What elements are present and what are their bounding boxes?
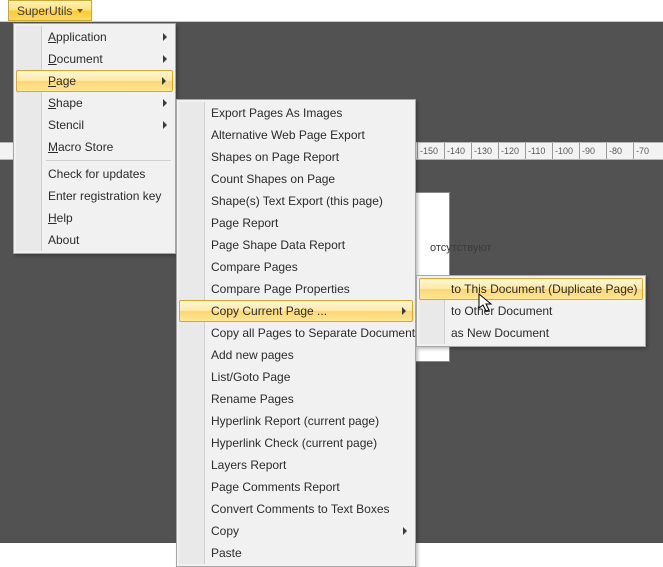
- ruler-tick: -90: [579, 143, 606, 159]
- menu-item-label: About: [48, 233, 79, 247]
- ruler-tick: -140: [444, 143, 471, 159]
- menu-item-shape[interactable]: Shape: [16, 92, 173, 114]
- menu-item-application[interactable]: Application: [16, 26, 173, 48]
- menu-item-label: Page Shape Data Report: [211, 238, 345, 252]
- menu-item-label: Copy Current Page ...: [211, 304, 327, 318]
- superutils-main-menu: Application Document Page Shape Stencil Macro…: [13, 23, 176, 254]
- menu-item-label: Help: [48, 211, 73, 225]
- menu-item-label: as New Document: [451, 326, 549, 340]
- submenu-arrow-icon: [163, 121, 167, 129]
- superutils-ribbon-button[interactable]: SuperUtils: [8, 0, 92, 21]
- menu-item-compare-page-properties[interactable]: Compare Page Properties: [179, 278, 413, 300]
- submenu-arrow-icon: [162, 77, 166, 85]
- menu-item-label: Add new pages: [211, 348, 294, 362]
- menu-item-label: Alternative Web Page Export: [211, 128, 365, 142]
- menu-item-label: Application: [48, 30, 107, 44]
- menu-item-page-report[interactable]: Page Report: [179, 212, 413, 234]
- menu-item-layers-report[interactable]: Layers Report: [179, 454, 413, 476]
- menu-item-page-comments-report[interactable]: Page Comments Report: [179, 476, 413, 498]
- menu-item-label: Copy all Pages to Separate Documents: [211, 326, 421, 340]
- menu-item-count-shapes-on-page[interactable]: Count Shapes on Page: [179, 168, 413, 190]
- copy-current-page-submenu: to This Document (Duplicate Page) to Othe…: [416, 275, 646, 347]
- menu-item-label: Copy: [211, 524, 239, 538]
- menu-item-to-other-document[interactable]: to Other Document: [419, 300, 643, 322]
- chevron-down-icon: [77, 9, 83, 13]
- submenu-arrow-icon: [163, 99, 167, 107]
- menu-item-label: Shape(s) Text Export (this page): [211, 194, 383, 208]
- menu-item-convert-comments-to-text-boxes[interactable]: Convert Comments to Text Boxes: [179, 498, 413, 520]
- menu-item-hyperlink-report-current-page[interactable]: Hyperlink Report (current page): [179, 410, 413, 432]
- page-submenu: Export Pages As Images Alternative Web Pa…: [176, 99, 416, 567]
- menu-item-as-new-document[interactable]: as New Document: [419, 322, 643, 344]
- menu-item-label: Document: [48, 52, 103, 66]
- menu-item-list-goto-page[interactable]: List/Goto Page: [179, 366, 413, 388]
- status-text: отсутствуют: [430, 242, 491, 254]
- menu-item-label: Compare Page Properties: [211, 282, 350, 296]
- menu-item-paste[interactable]: Paste: [179, 542, 413, 564]
- menu-item-page[interactable]: Page: [16, 70, 173, 92]
- menu-item-label: Count Shapes on Page: [211, 172, 335, 186]
- ruler-tick: -110: [525, 143, 552, 159]
- menu-item-label: Shapes on Page Report: [211, 150, 339, 164]
- menu-item-label: Page Comments Report: [211, 480, 340, 494]
- menu-item-help[interactable]: Help: [16, 207, 173, 229]
- ruler-tick: -150: [417, 143, 444, 159]
- ruler-tick: -70: [633, 143, 660, 159]
- ruler-tick: -100: [552, 143, 579, 159]
- menu-item-label: Stencil: [48, 118, 84, 132]
- menu-item-label: Enter registration key: [48, 189, 161, 203]
- menu-item-label: Page: [48, 74, 76, 88]
- menu-item-hyperlink-check-current-page[interactable]: Hyperlink Check (current page): [179, 432, 413, 454]
- menu-item-check-for-updates[interactable]: Check for updates: [16, 163, 173, 185]
- menu-item-about[interactable]: About: [16, 229, 173, 251]
- menu-item-page-shape-data-report[interactable]: Page Shape Data Report: [179, 234, 413, 256]
- menu-item-rename-pages[interactable]: Rename Pages: [179, 388, 413, 410]
- menu-item-alternative-web-page-export[interactable]: Alternative Web Page Export: [179, 124, 413, 146]
- menu-separator: [46, 160, 171, 161]
- menu-item-enter-registration-key[interactable]: Enter registration key: [16, 185, 173, 207]
- ruler-tick: -130: [471, 143, 498, 159]
- submenu-arrow-icon: [402, 307, 406, 315]
- menu-item-label: Convert Comments to Text Boxes: [211, 502, 390, 516]
- menu-item-macro-store[interactable]: Macro Store: [16, 136, 173, 158]
- menu-item-shapes-on-page-report[interactable]: Shapes on Page Report: [179, 146, 413, 168]
- menu-item-label: Page Report: [211, 216, 278, 230]
- menu-item-label: to This Document (Duplicate Page): [451, 282, 638, 296]
- ruler-tick: -120: [498, 143, 525, 159]
- menu-item-to-this-document-duplicate-page[interactable]: to This Document (Duplicate Page): [419, 278, 643, 300]
- menu-item-label: Layers Report: [211, 458, 286, 472]
- menu-item-copy-all-pages-to-separate-documents[interactable]: Copy all Pages to Separate Documents: [179, 322, 413, 344]
- submenu-arrow-icon: [163, 33, 167, 41]
- ribbon-bar: SuperUtils: [0, 0, 663, 22]
- menu-item-label: Compare Pages: [211, 260, 298, 274]
- menu-item-copy[interactable]: Copy: [179, 520, 413, 542]
- menu-item-label: Hyperlink Check (current page): [211, 436, 377, 450]
- menu-item-add-new-pages[interactable]: Add new pages: [179, 344, 413, 366]
- menu-item-stencil[interactable]: Stencil: [16, 114, 173, 136]
- menu-item-label: to Other Document: [451, 304, 552, 318]
- menu-item-label: Export Pages As Images: [211, 106, 342, 120]
- menu-item-label: Macro Store: [48, 140, 113, 154]
- ribbon-button-label: SuperUtils: [17, 4, 72, 18]
- menu-item-export-pages-as-images[interactable]: Export Pages As Images: [179, 102, 413, 124]
- menu-item-copy-current-page[interactable]: Copy Current Page ...: [179, 300, 413, 322]
- menu-item-label: Check for updates: [48, 167, 145, 181]
- menu-item-label: Rename Pages: [211, 392, 294, 406]
- menu-item-document[interactable]: Document: [16, 48, 173, 70]
- menu-item-label: Paste: [211, 546, 242, 560]
- submenu-arrow-icon: [403, 527, 407, 535]
- ruler-tick: -80: [606, 143, 633, 159]
- submenu-arrow-icon: [163, 55, 167, 63]
- menu-item-shape-s-text-export-this-page[interactable]: Shape(s) Text Export (this page): [179, 190, 413, 212]
- menu-item-label: Hyperlink Report (current page): [211, 414, 379, 428]
- menu-item-label: Shape: [48, 96, 83, 110]
- menu-item-label: List/Goto Page: [211, 370, 290, 384]
- menu-item-compare-pages[interactable]: Compare Pages: [179, 256, 413, 278]
